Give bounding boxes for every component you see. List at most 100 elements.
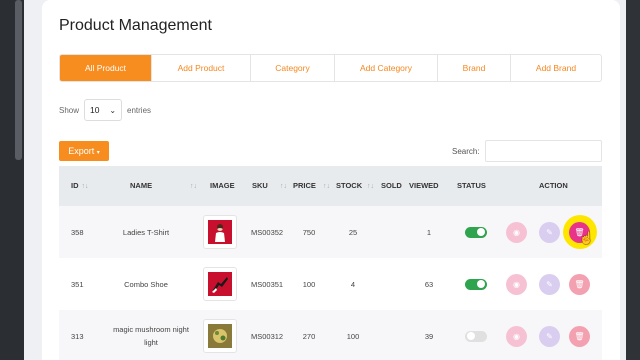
hand-cursor-icon: ☝ (579, 231, 594, 245)
cell-name: magic mushroom night light (113, 325, 189, 347)
left-window-edge (0, 0, 24, 360)
delete-button[interactable]: 🗑 (569, 325, 590, 347)
status-toggle[interactable] (465, 278, 487, 290)
cell-delete: 🗑 (569, 258, 590, 310)
cell-sold (381, 258, 401, 310)
night-light-product-image (203, 319, 237, 353)
sort-icon[interactable]: ↑↓ (364, 166, 374, 206)
cell-stock: 25 (348, 227, 358, 237)
cell-name: Combo Shoe (124, 279, 168, 289)
cell-status (465, 206, 487, 258)
view-button[interactable]: ◉ (506, 325, 527, 347)
edit-button[interactable]: ✎ (539, 273, 560, 295)
cell-price: 270 (302, 331, 316, 341)
trash-icon: 🗑 (574, 331, 585, 341)
edit-icon: ✎ (546, 227, 553, 237)
edit-button[interactable]: ✎ (539, 325, 560, 347)
cell-stock: 4 (350, 279, 356, 289)
header-name[interactable]: NAME (130, 166, 152, 206)
cell-image (203, 258, 237, 310)
cell-edit: ✎ (539, 258, 560, 310)
sort-icon[interactable]: ↑↓ (187, 166, 197, 206)
edit-icon: ✎ (546, 279, 553, 289)
view-button[interactable]: ◉ (506, 273, 527, 295)
cell-sold (381, 310, 401, 360)
view-button[interactable]: ◉ (506, 221, 527, 243)
left-scrollbar[interactable] (15, 0, 22, 160)
tab-add-product[interactable]: Add Product (152, 55, 251, 81)
cell-viewed: 63 (424, 279, 434, 289)
sort-icon: ↑↓ (81, 183, 89, 190)
product-table: ID ↑↓ NAME ↑↓ IMAGE SKU ↑↓ PRICE ↑↓ STOCK… (59, 166, 602, 360)
export-label: Export (68, 146, 95, 156)
cell-price: 100 (302, 279, 316, 289)
eye-icon: ◉ (513, 279, 520, 289)
cell-view: ◉ (506, 206, 527, 258)
cell-image (203, 206, 237, 258)
chevron-down-icon: ⌄ (109, 105, 117, 115)
cell-id: 358 (71, 227, 84, 237)
cell-view: ◉ (506, 310, 527, 360)
caret-down-icon: ▾ (96, 150, 100, 156)
sort-icon[interactable]: ↑↓ (277, 166, 287, 206)
header-status[interactable]: STATUS (457, 166, 486, 206)
header-sku[interactable]: SKU (252, 166, 268, 206)
header-stock[interactable]: STOCK (336, 166, 362, 206)
cell-edit: ✎ (539, 310, 560, 360)
cell-stock: 100 (346, 331, 360, 341)
header-action: ACTION (539, 181, 568, 190)
cell-status (465, 310, 487, 360)
product-card: Product Management All Product Add Produ… (42, 0, 620, 360)
entries-select[interactable]: 10 ⌄ (84, 99, 123, 121)
tab-brand[interactable]: Brand (438, 55, 511, 81)
tab-add-brand[interactable]: Add Brand (511, 55, 601, 81)
cell-sku: MS00351 (251, 279, 284, 289)
eye-icon: ◉ (513, 227, 520, 237)
cell-id: 351 (71, 279, 84, 289)
tab-bar: All Product Add Product Category Add Cat… (59, 54, 602, 82)
length-menu: Show 10 ⌄ entries (59, 99, 151, 121)
edit-icon: ✎ (546, 331, 553, 341)
cell-viewed: 39 (424, 331, 434, 341)
cell-edit: ✎ (539, 206, 560, 258)
entries-label: entries (127, 105, 152, 115)
shoe-product-image (203, 267, 237, 301)
eye-icon: ◉ (513, 331, 520, 341)
trash-icon: 🗑 (574, 279, 585, 289)
tab-category[interactable]: Category (251, 55, 335, 81)
cell-sold (381, 206, 401, 258)
header-viewed[interactable]: VIEWED (409, 166, 439, 206)
table-header: ID ↑↓ NAME ↑↓ IMAGE SKU ↑↓ PRICE ↑↓ STOCK… (59, 166, 602, 206)
cell-viewed: 1 (426, 227, 432, 237)
show-label: Show (59, 105, 80, 115)
cell-sku: MS00312 (251, 331, 284, 341)
cell-name: Ladies T-Shirt (122, 227, 170, 237)
export-button[interactable]: Export ▾ (59, 141, 109, 161)
header-price[interactable]: PRICE (293, 166, 316, 206)
status-toggle[interactable] (465, 330, 487, 342)
cell-view: ◉ (506, 258, 527, 310)
table-row[interactable]: 358 Ladies T-Shirt MS00352 750 25 1 ◉ ✎ … (59, 206, 602, 258)
sort-icon[interactable]: ↑↓ (320, 166, 330, 206)
tab-all-product[interactable]: All Product (60, 55, 152, 81)
status-toggle[interactable] (465, 226, 487, 238)
cell-price: 750 (302, 227, 316, 237)
cell-id: 313 (71, 331, 84, 341)
edit-button[interactable]: ✎ (539, 221, 560, 243)
delete-button[interactable]: 🗑 (569, 273, 590, 295)
tab-add-category[interactable]: Add Category (335, 55, 438, 81)
cell-image (203, 310, 237, 360)
table-row[interactable]: 351 Combo Shoe MS00351 100 4 63 ◉ ✎ 🗑 (59, 258, 602, 310)
search-input[interactable] (485, 140, 602, 162)
entries-value: 10 (90, 105, 100, 115)
header-image: IMAGE (210, 181, 235, 190)
search-label: Search: (452, 147, 480, 156)
table-row[interactable]: 313 magic mushroom night light MS00312 2… (59, 310, 602, 360)
tshirt-product-image (203, 215, 237, 249)
cell-delete: 🗑 (569, 310, 590, 360)
cell-status (465, 258, 487, 310)
page-title: Product Management (59, 17, 212, 34)
header-id[interactable]: ID ↑↓ (71, 166, 89, 206)
header-sold[interactable]: SOLD (381, 166, 402, 206)
right-window-edge (626, 0, 640, 360)
